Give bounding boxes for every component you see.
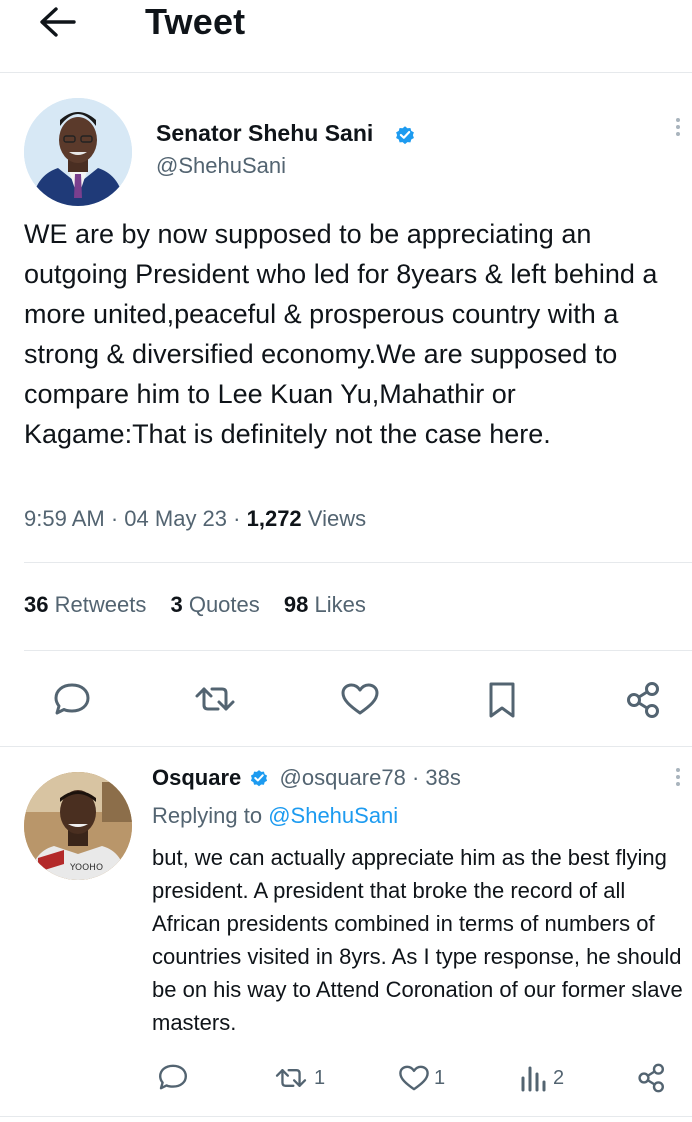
reply-author-avatar[interactable]: YOOHO <box>24 772 132 880</box>
reply-retweet-button[interactable]: 1 <box>272 1064 325 1092</box>
tweet-meta: 9:59 AM · 04 May 23 · 1,272 Views <box>24 506 366 532</box>
meta-separator: · <box>233 506 247 531</box>
stats-divider <box>24 650 692 651</box>
reply-reply-button[interactable] <box>157 1062 189 1092</box>
arrow-left-icon <box>40 7 76 37</box>
bookmark-button[interactable] <box>486 680 518 720</box>
retweet-button[interactable] <box>192 681 238 717</box>
heart-icon <box>399 1065 429 1091</box>
replying-to-handle[interactable]: @ShehuSani <box>268 803 398 828</box>
meta-divider <box>24 562 692 563</box>
retweet-icon <box>275 1069 307 1087</box>
reply-header: Osquare @osquare78 · 38s <box>152 765 461 791</box>
header-divider <box>0 72 692 73</box>
reply-author-name[interactable]: Osquare <box>152 765 241 790</box>
bookmark-icon <box>489 682 515 718</box>
reply-icon <box>54 683 90 715</box>
reply-like-count: 1 <box>434 1066 446 1089</box>
quotes-count: 3 <box>170 592 183 617</box>
replying-to-label: Replying to <box>152 803 263 828</box>
retweets-stat[interactable]: 36 Retweets <box>24 592 146 617</box>
reply-like-button[interactable]: 1 <box>398 1064 445 1092</box>
svg-text:YOOHO: YOOHO <box>69 863 103 873</box>
reply-icon <box>159 1064 187 1090</box>
likes-stat[interactable]: 98 Likes <box>284 592 366 617</box>
verified-badge-icon <box>396 126 414 145</box>
reply-views-count: 2 <box>553 1066 565 1089</box>
tweet-date[interactable]: 04 May 23 <box>124 506 227 531</box>
reply-button[interactable] <box>52 681 92 717</box>
reply-share-button[interactable] <box>636 1062 668 1094</box>
quotes-stat[interactable]: 3 Quotes <box>170 592 259 617</box>
reply-text: but, we can actually appreciate him as t… <box>152 845 683 1035</box>
top-bar: Tweet <box>0 0 692 72</box>
reply-retweet-count: 1 <box>314 1066 326 1089</box>
tweet-time[interactable]: 9:59 AM <box>24 506 105 531</box>
quotes-label: Quotes <box>188 592 260 617</box>
like-button[interactable] <box>340 682 380 716</box>
share-button[interactable] <box>624 680 664 720</box>
meta-separator: · <box>110 506 125 531</box>
tweet-stats: 36 Retweets 3 Quotes 98 Likes <box>24 592 384 618</box>
more-options-button[interactable] <box>673 118 683 139</box>
share-icon <box>627 682 659 718</box>
reply-more-options-button[interactable] <box>673 768 683 789</box>
views-label: Views <box>307 506 367 531</box>
author-handle[interactable]: @ShehuSani <box>156 153 286 179</box>
reply-time[interactable]: 38s <box>425 765 460 790</box>
heart-icon <box>341 683 379 715</box>
replying-to: Replying to @ShehuSani <box>152 803 398 829</box>
tweet-text: WE are by now supposed to be appreciatin… <box>24 219 658 449</box>
retweets-label: Retweets <box>54 592 147 617</box>
page-title: Tweet <box>145 1 246 42</box>
reply-views-button[interactable]: 2 <box>519 1064 564 1092</box>
author-avatar[interactable] <box>24 98 132 206</box>
actions-divider <box>0 746 692 747</box>
retweets-count: 36 <box>24 592 49 617</box>
likes-count: 98 <box>283 592 309 617</box>
reply-author-handle[interactable]: @osquare78 <box>280 765 406 790</box>
author-name[interactable]: Senator Shehu Sani <box>156 120 373 147</box>
likes-label: Likes <box>314 592 366 617</box>
retweet-icon <box>195 687 235 711</box>
views-count: 1,272 <box>246 506 302 531</box>
reply-divider <box>0 1116 692 1117</box>
bar-chart-icon <box>521 1066 546 1092</box>
reply-separator: · <box>411 765 426 790</box>
verified-badge-icon <box>251 770 268 787</box>
back-button[interactable] <box>36 2 80 42</box>
share-icon <box>638 1063 664 1093</box>
